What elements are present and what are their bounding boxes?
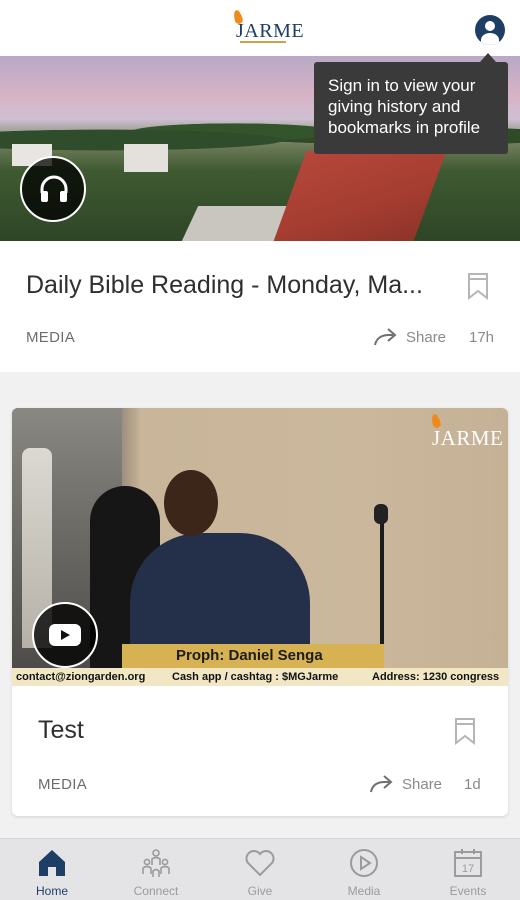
user-circle-icon bbox=[485, 21, 495, 31]
headphones-icon bbox=[40, 175, 68, 202]
speaker-caption: Proph: Daniel Senga bbox=[122, 644, 384, 668]
audio-badge[interactable] bbox=[20, 156, 86, 222]
card-title[interactable]: Test bbox=[38, 716, 418, 745]
youtube-play-icon bbox=[49, 624, 81, 646]
share-icon bbox=[370, 775, 393, 793]
heart-icon bbox=[245, 850, 275, 877]
tab-label: Give bbox=[247, 884, 273, 898]
video-badge[interactable] bbox=[32, 602, 98, 668]
people-icon bbox=[142, 849, 170, 877]
share-icon bbox=[374, 328, 397, 346]
bookmark-icon[interactable] bbox=[467, 272, 489, 300]
bookmark-icon[interactable] bbox=[454, 717, 476, 745]
tab-events[interactable]: 17 Events bbox=[416, 839, 520, 900]
share-button[interactable]: Share bbox=[373, 325, 446, 349]
tab-label: Connect bbox=[133, 884, 179, 898]
video-thumbnail: JARME Proph: Daniel Senga contact@zionga… bbox=[12, 408, 508, 686]
tab-label: Media bbox=[347, 884, 381, 898]
calendar-icon: 17 bbox=[454, 849, 482, 877]
share-label: Share bbox=[402, 775, 443, 793]
tab-connect[interactable]: Connect bbox=[104, 839, 208, 900]
home-icon bbox=[39, 850, 65, 876]
logo-underline bbox=[240, 41, 286, 43]
tab-media[interactable]: Media bbox=[312, 839, 416, 900]
sign-in-tooltip: Sign in to view your giving history and … bbox=[314, 53, 508, 154]
share-button[interactable]: Share bbox=[369, 772, 442, 796]
calendar-day: 17 bbox=[462, 863, 474, 875]
video-logo: JARME bbox=[430, 413, 503, 454]
share-label: Share bbox=[406, 328, 447, 346]
card-title[interactable]: Daily Bible Reading - Monday, Ma... bbox=[26, 271, 446, 300]
logo-text: JARME bbox=[236, 20, 305, 42]
category-label: MEDIA bbox=[26, 329, 76, 346]
post-age: 17h bbox=[469, 329, 495, 346]
tab-label: Home bbox=[35, 884, 68, 898]
category-label: MEDIA bbox=[38, 776, 88, 793]
app-header: JARME bbox=[0, 0, 520, 56]
feed-card[interactable]: JARME Proph: Daniel Senga contact@zionga… bbox=[12, 408, 508, 816]
bottom-tab-bar: Home Connect Give Media 17 Events bbox=[0, 838, 520, 900]
post-age: 1d bbox=[464, 776, 481, 793]
play-circle-icon bbox=[350, 849, 378, 877]
tab-home[interactable]: Home bbox=[0, 839, 104, 900]
tab-give[interactable]: Give bbox=[208, 839, 312, 900]
jarme-logo: JARME bbox=[232, 9, 304, 46]
tab-label: Events bbox=[449, 884, 487, 898]
profile-button[interactable] bbox=[475, 15, 505, 45]
info-ticker: contact@ziongarden.org Cash app / cashta… bbox=[12, 668, 508, 686]
